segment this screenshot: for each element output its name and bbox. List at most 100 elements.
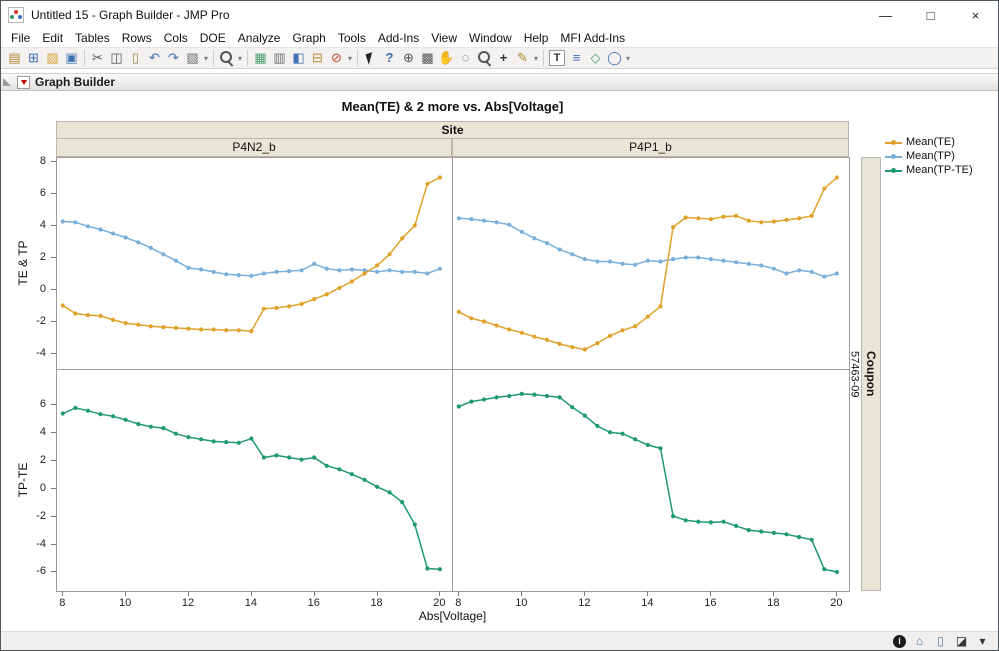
menu-item-view[interactable]: View xyxy=(425,30,463,46)
help-tool-icon[interactable]: ? xyxy=(380,49,399,67)
menu-item-mfi-add-ins[interactable]: MFI Add-Ins xyxy=(554,30,631,46)
legend-swatch-icon xyxy=(885,152,902,161)
selection-arrow-icon[interactable] xyxy=(361,49,380,67)
toolbar-dropdown-icon[interactable]: ▾ xyxy=(532,54,540,63)
x-tick-mark xyxy=(313,591,315,596)
copy-icon[interactable]: ◫ xyxy=(107,49,126,67)
menu-item-cols[interactable]: Cols xyxy=(158,30,194,46)
x-axis-label: Abs[Voltage] xyxy=(418,609,487,623)
hand-tool-icon[interactable]: ✋ xyxy=(437,49,456,67)
outline-title: Graph Builder xyxy=(35,75,116,89)
menu-item-help[interactable]: Help xyxy=(518,30,555,46)
chart-title: Mean(TE) & 2 more vs. Abs[Voltage] xyxy=(341,99,564,114)
database-icon[interactable]: ⊟ xyxy=(308,49,327,67)
zoom-tool-icon[interactable] xyxy=(475,49,494,67)
window-title: Untitled 15 - Graph Builder - JMP Pro xyxy=(31,8,230,22)
toolbar-dropdown-icon[interactable]: ▾ xyxy=(202,54,210,63)
toolbar-dropdown-icon[interactable]: ▾ xyxy=(346,54,354,63)
status-dropdown-icon[interactable]: ▾ xyxy=(975,634,990,649)
x-tick-mark xyxy=(62,591,64,596)
legend-item[interactable]: Mean(TP) xyxy=(885,149,973,163)
y-tick-label: 6 xyxy=(39,397,46,410)
info-status-icon[interactable]: i xyxy=(893,634,906,648)
new-journal-icon[interactable]: ▤ xyxy=(5,49,24,67)
x-tick-label: 14 xyxy=(641,597,654,609)
x-tick-label: 20 xyxy=(433,597,446,609)
y-tick-mark xyxy=(51,431,56,433)
maximize-button[interactable]: □ xyxy=(908,1,953,29)
menu-item-doe[interactable]: DOE xyxy=(194,30,232,46)
red-triangle-menu-icon[interactable] xyxy=(17,75,30,89)
graph-builder-chart: Mean(TE) & 2 more vs. Abs[Voltage] Site … xyxy=(1,91,998,631)
clipboard-status-icon[interactable]: ▯ xyxy=(933,634,948,649)
facet-column-header: Site xyxy=(56,121,849,139)
y-axis-label-row1: TP-TE xyxy=(16,462,30,498)
y-tick-mark xyxy=(51,193,56,194)
menu-item-tables[interactable]: Tables xyxy=(69,30,116,46)
text-annotate-icon[interactable]: T xyxy=(549,50,565,66)
menu-item-window[interactable]: Window xyxy=(463,30,518,46)
x-tick-label: 16 xyxy=(307,597,320,609)
y-tick-mark xyxy=(51,321,56,322)
data-table-icon[interactable]: ▦ xyxy=(251,49,270,67)
legend-item[interactable]: Mean(TP-TE) xyxy=(885,163,973,177)
plot-panel-p4n2-b-row1[interactable] xyxy=(56,369,453,592)
minimize-button[interactable]: — xyxy=(863,1,908,29)
legend-item[interactable]: Mean(TE) xyxy=(885,135,973,149)
home-window-icon[interactable]: ⌂ xyxy=(912,634,927,649)
brush-tool-icon[interactable]: ▩ xyxy=(418,49,437,67)
y-tick-mark xyxy=(51,571,56,573)
oval-annotate-icon[interactable]: ◯ xyxy=(605,49,624,67)
crosshair-tool-icon[interactable]: ⊕ xyxy=(399,49,418,67)
x-tick-label: 12 xyxy=(578,597,591,609)
legend-label: Mean(TP) xyxy=(906,150,955,162)
summary-icon[interactable]: ▥ xyxy=(270,49,289,67)
x-tick-mark xyxy=(773,591,775,596)
plot-panel-p4n2-b-row0[interactable] xyxy=(56,157,453,370)
toolbar-dropdown-icon[interactable]: ▾ xyxy=(236,54,244,63)
lines-annotate-icon[interactable]: ≡ xyxy=(567,49,586,67)
save-icon[interactable]: ▣ xyxy=(62,49,81,67)
outline-header: Graph Builder xyxy=(1,73,998,91)
y-tick-label: -6 xyxy=(36,565,46,578)
undo-icon[interactable]: ↶ xyxy=(145,49,164,67)
search-icon[interactable] xyxy=(217,49,236,67)
open-icon[interactable]: ▨ xyxy=(43,49,62,67)
y-tick-mark xyxy=(51,257,56,258)
toolbar-dropdown-icon[interactable]: ▾ xyxy=(624,54,632,63)
outline-collapse-icon[interactable] xyxy=(3,78,11,86)
legend: Mean(TE) Mean(TP) Mean(TP-TE) xyxy=(885,135,973,177)
plot-panel-p4p1-b-row1[interactable] xyxy=(452,369,850,592)
menu-item-rows[interactable]: Rows xyxy=(116,30,158,46)
menu-item-tools[interactable]: Tools xyxy=(332,30,372,46)
menu-item-graph[interactable]: Graph xyxy=(286,30,331,46)
paste-icon[interactable]: ▯ xyxy=(126,49,145,67)
toolbar-separator xyxy=(357,50,358,66)
polygon-annotate-icon[interactable]: ◇ xyxy=(586,49,605,67)
legend-label: Mean(TE) xyxy=(906,136,955,148)
exclude-icon[interactable]: ⊘ xyxy=(327,49,346,67)
lasso-tool-icon[interactable]: ◌ xyxy=(456,49,475,67)
toolbar-separator xyxy=(247,50,248,66)
display-box-icon[interactable]: ◪ xyxy=(954,634,969,649)
x-tick-mark xyxy=(584,591,586,596)
y-tick-label: -4 xyxy=(36,347,46,359)
cut-icon[interactable]: ✂ xyxy=(88,49,107,67)
menu-item-edit[interactable]: Edit xyxy=(36,30,69,46)
report-area: Mean(TE) & 2 more vs. Abs[Voltage] Site … xyxy=(1,91,998,631)
plot-panel-p4p1-b-row0[interactable] xyxy=(452,157,850,370)
menu-item-file[interactable]: File xyxy=(5,30,36,46)
toolbar-separator xyxy=(543,50,544,66)
pencil-tool-icon[interactable]: ✎ xyxy=(513,49,532,67)
redo-icon[interactable]: ↷ xyxy=(164,49,183,67)
plus-tool-icon[interactable]: + xyxy=(494,49,513,67)
script-icon[interactable]: ▧ xyxy=(183,49,202,67)
window-controls: — □ × xyxy=(863,1,998,29)
journal-page-icon[interactable]: ◧ xyxy=(289,49,308,67)
toolbar-separator xyxy=(84,50,85,66)
close-button[interactable]: × xyxy=(953,1,998,29)
menu-item-analyze[interactable]: Analyze xyxy=(232,30,287,46)
menu-item-add-ins[interactable]: Add-Ins xyxy=(372,30,425,46)
status-bar: i ⌂ ▯ ◪ ▾ xyxy=(1,631,998,650)
new-data-table-icon[interactable]: ⊞ xyxy=(24,49,43,67)
